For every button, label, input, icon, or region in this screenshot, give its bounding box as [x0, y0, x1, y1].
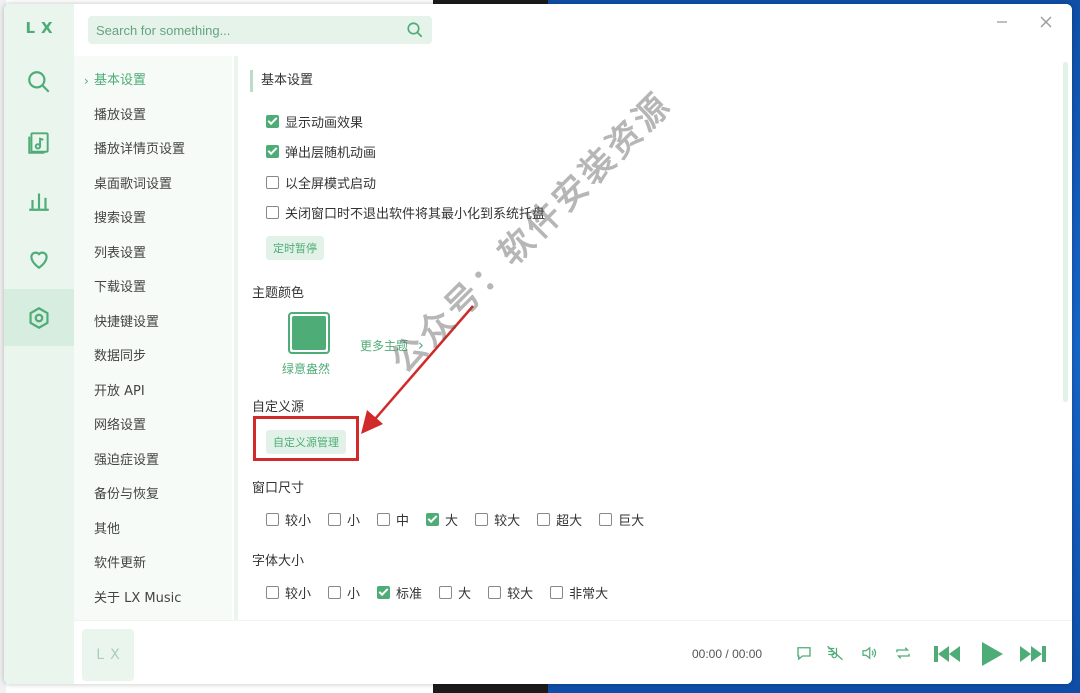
- play-time: 00:00 / 00:00: [692, 647, 763, 661]
- rail-favorites[interactable]: [4, 231, 74, 287]
- option-animation[interactable]: 显示动画效果: [266, 112, 363, 131]
- rail-leaderboard[interactable]: [4, 172, 74, 228]
- repeat-icon[interactable]: [892, 643, 914, 663]
- window-size-options: 较小 小 中 大 较大 超大 巨大: [266, 510, 661, 529]
- nav-item-playback[interactable]: 播放设置: [74, 99, 232, 134]
- nav-item-update[interactable]: 软件更新: [74, 547, 232, 582]
- volume-icon[interactable]: [858, 643, 880, 663]
- nav-item-download[interactable]: 下载设置: [74, 271, 232, 306]
- settings-nav: › 基本设置 播放设置 播放详情页设置 桌面歌词设置 搜索设置 列表设置 下载设置…: [74, 56, 232, 620]
- nav-item-odc[interactable]: 强迫症设置: [74, 444, 232, 479]
- section-title-window-size: 窗口尺寸: [252, 481, 305, 496]
- top-bar: [74, 4, 1072, 56]
- nav-item-network[interactable]: 网络设置: [74, 409, 232, 444]
- nav-item-search[interactable]: 搜索设置: [74, 202, 232, 237]
- scrollbar[interactable]: [1063, 62, 1068, 402]
- nav-item-about[interactable]: 关于 LX Music: [74, 582, 232, 617]
- theme-color-fill: [292, 316, 326, 350]
- window-size-option[interactable]: 较小: [266, 510, 311, 529]
- option-fullscreen-start[interactable]: 以全屏模式启动: [266, 173, 376, 192]
- previous-track-icon[interactable]: [932, 641, 962, 667]
- font-size-option[interactable]: 非常大: [550, 583, 608, 602]
- heart-icon: [30, 251, 48, 269]
- search-box[interactable]: [88, 16, 432, 44]
- checkbox[interactable]: [266, 176, 279, 189]
- search-icon: [28, 71, 50, 93]
- option-minimize-tray[interactable]: 关闭窗口时不退出软件将其最小化到系统托盘: [266, 203, 545, 222]
- window-size-option[interactable]: 大: [426, 510, 458, 529]
- rail-search[interactable]: [4, 54, 74, 110]
- app-window: LX ›基本设置 播放设置 播放详情页设置: [4, 4, 1072, 684]
- option-random-popup[interactable]: 弹出层随机动画: [266, 142, 376, 161]
- app-logo: LX: [25, 19, 59, 37]
- nav-item-backup[interactable]: 备份与恢复: [74, 478, 232, 513]
- player-bar: LX 00:00 / 00:00: [74, 620, 1072, 684]
- window-size-option[interactable]: 小: [328, 510, 360, 529]
- music-list-icon: [28, 132, 49, 154]
- window-size-option[interactable]: 超大: [537, 510, 582, 529]
- nav-item-sync[interactable]: 数据同步: [74, 340, 232, 375]
- album-cover[interactable]: LX: [82, 629, 134, 681]
- nav-item-other[interactable]: 其他: [74, 513, 232, 548]
- chevron-right-icon: ›: [84, 74, 89, 89]
- section-title-theme: 主题颜色: [252, 286, 305, 301]
- nav-item-desktop-lyric[interactable]: 桌面歌词设置: [74, 168, 232, 203]
- section-title-basic: 基本设置: [250, 70, 313, 92]
- checkbox[interactable]: [266, 206, 279, 219]
- settings-icon: [29, 306, 49, 329]
- search-input[interactable]: [96, 22, 406, 38]
- timer-pause-button[interactable]: 定时暂停: [266, 236, 324, 260]
- icon-rail: LX: [4, 4, 74, 684]
- font-size-options: 较小 小 标准 大 较大 非常大: [266, 583, 625, 602]
- font-size-option[interactable]: 较大: [488, 583, 533, 602]
- font-size-option[interactable]: 标准: [377, 583, 422, 602]
- nav-item-basic[interactable]: › 基本设置: [74, 64, 232, 99]
- font-size-option[interactable]: 较小: [266, 583, 311, 602]
- lyric-off-icon[interactable]: [824, 643, 846, 663]
- nav-item-list[interactable]: 列表设置: [74, 237, 232, 272]
- comment-icon[interactable]: [794, 643, 814, 663]
- play-icon[interactable]: [978, 639, 1006, 669]
- nav-item-open-api[interactable]: 开放 API: [74, 375, 232, 410]
- next-track-icon[interactable]: [1018, 641, 1048, 667]
- minimize-icon[interactable]: [994, 14, 1010, 30]
- theme-name: 绿意盎然: [282, 362, 331, 376]
- font-size-option[interactable]: 小: [328, 583, 360, 602]
- checkbox[interactable]: [266, 145, 279, 158]
- close-icon[interactable]: [1038, 14, 1054, 30]
- chart-icon: [29, 193, 49, 211]
- window-size-option[interactable]: 中: [377, 510, 409, 529]
- theme-swatch[interactable]: [288, 312, 330, 354]
- window-size-option[interactable]: 较大: [475, 510, 520, 529]
- rail-settings[interactable]: [4, 289, 74, 346]
- section-title-custom-source: 自定义源: [252, 400, 305, 415]
- nav-item-play-detail[interactable]: 播放详情页设置: [74, 133, 232, 168]
- section-title-font-size: 字体大小: [252, 554, 305, 569]
- window-size-option[interactable]: 巨大: [599, 510, 644, 529]
- highlight-box: [253, 416, 359, 461]
- nav-item-hotkey[interactable]: 快捷键设置: [74, 306, 232, 341]
- checkbox[interactable]: [266, 115, 279, 128]
- font-size-option[interactable]: 大: [439, 583, 471, 602]
- rail-song-list[interactable]: [4, 114, 74, 170]
- search-icon[interactable]: [406, 21, 424, 39]
